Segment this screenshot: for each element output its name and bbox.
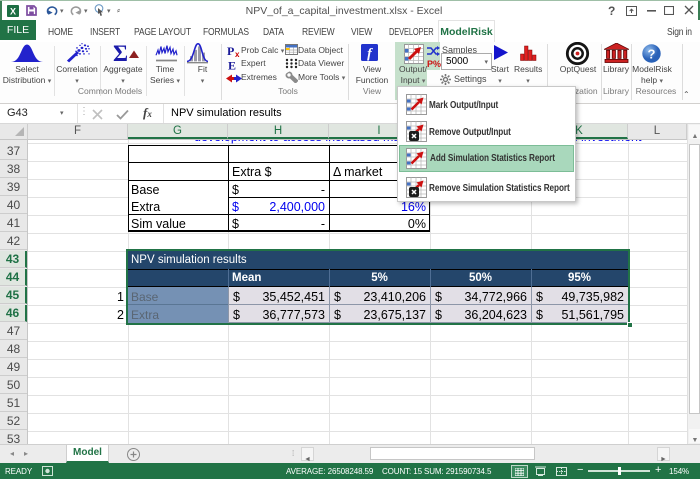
svg-text:P: P (227, 45, 234, 57)
svg-text:Σ: Σ (113, 42, 128, 64)
svg-text:?: ? (648, 47, 656, 62)
svg-text:E: E (228, 59, 236, 71)
svg-text:X: X (10, 7, 16, 17)
svg-text:x: x (235, 50, 240, 57)
